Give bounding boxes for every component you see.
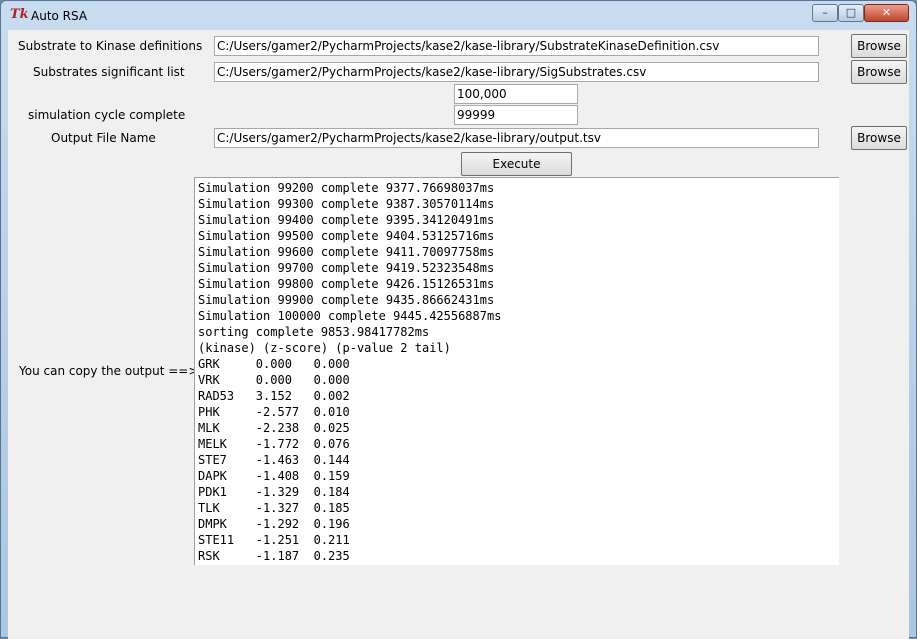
output-line: PDK1 -1.329 0.184 [198,485,350,499]
output-line: TLK -1.327 0.185 [198,501,350,515]
simulation-count-input[interactable]: 100,000 [454,84,578,104]
close-button[interactable]: ✕ [864,4,909,22]
execute-simulation-button[interactable]: Execute Simulation [461,152,572,193]
output-line: GRK 0.000 0.000 [198,357,350,371]
minimize-button[interactable]: – [812,4,838,22]
window-title: Auto RSA [31,9,88,23]
output-line: RAD53 3.152 0.002 [198,389,350,403]
title-bar[interactable]: Tk Auto RSA – □ ✕ [1,1,916,29]
output-line: (kinase) (z-score) (p-value 2 tail) [198,341,451,355]
output-line: STE7 -1.463 0.144 [198,453,350,467]
output-line: Simulation 99500 complete 9404.53125716m… [198,229,495,243]
main-panel: Substrate to Kinase definitions C:/Users… [8,30,909,639]
output-line: Simulation 99200 complete 9377.76698037m… [198,181,495,195]
output-line: STE11 -1.251 0.211 [198,533,350,547]
substrate-kinase-input[interactable]: C:/Users/gamer2/PycharmProjects/kase2/ka… [214,36,819,56]
significant-list-label: Substrates significant list [33,65,185,79]
output-textarea[interactable]: Simulation 99200 complete 9377.76698037m… [194,177,839,565]
maximize-button[interactable]: □ [838,4,864,22]
output-line: MELK -1.772 0.076 [198,437,350,451]
output-line: MLK -2.238 0.025 [198,421,350,435]
output-line: Simulation 100000 complete 9445.42556887… [198,309,502,323]
output-line: DMPK -1.292 0.196 [198,517,350,531]
output-line: VRK 0.000 0.000 [198,373,350,387]
output-file-input[interactable]: C:/Users/gamer2/PycharmProjects/kase2/ka… [214,128,819,148]
output-line: PHK -2.577 0.010 [198,405,350,419]
output-line: Simulation 99400 complete 9395.34120491m… [198,213,495,227]
output-line: DAPK -1.408 0.159 [198,469,350,483]
significant-list-input[interactable]: C:/Users/gamer2/PycharmProjects/kase2/ka… [214,62,819,82]
copy-output-hint: You can copy the output ==> [19,364,199,378]
tk-feather-icon: Tk [10,7,29,22]
cycle-complete-label: simulation cycle complete [28,108,186,122]
output-line: sorting complete 9853.98417782ms [198,325,430,339]
browse-significant-list-button[interactable]: Browse [851,60,907,84]
cycle-complete-field[interactable]: 99999 [454,105,578,125]
output-file-label: Output File Name [51,131,156,145]
app-window: Tk Auto RSA – □ ✕ Substrate to Kinase de… [0,0,917,639]
output-line: Simulation 99300 complete 9387.30570114m… [198,197,495,211]
substrate-kinase-label: Substrate to Kinase definitions [18,39,203,53]
output-line: Simulation 99700 complete 9419.52323548m… [198,261,495,275]
browse-substrate-kinase-button[interactable]: Browse [851,34,907,58]
output-line: Simulation 99600 complete 9411.70097758m… [198,245,495,259]
output-line: Simulation 99900 complete 9435.86662431m… [198,293,495,307]
browse-output-file-button[interactable]: Browse [851,126,907,150]
output-line: Simulation 99800 complete 9426.15126531m… [198,277,495,291]
output-line: RSK -1.187 0.235 [198,549,350,563]
